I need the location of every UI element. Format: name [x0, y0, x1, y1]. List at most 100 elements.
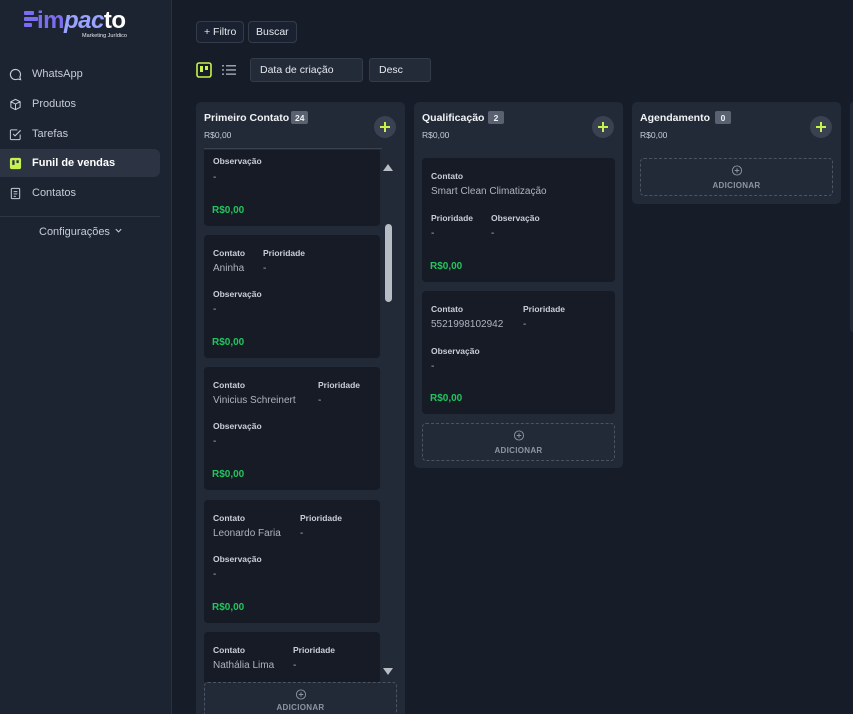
column-scrollbar[interactable]: [382, 158, 394, 682]
kanban-column-agendamento: Agendamento 0 R$0,00 ADICIONAR: [632, 102, 841, 204]
deal-card[interactable]: Contato Prioridade Vinicius Schreinert -…: [204, 367, 380, 490]
package-icon: [8, 97, 22, 111]
sidebar-item-tarefas[interactable]: Tarefas: [0, 120, 160, 148]
deal-card[interactable]: Observação - R$0,00: [204, 150, 380, 226]
add-card-button[interactable]: [810, 116, 832, 138]
add-label: ADICIONAR: [494, 446, 543, 455]
add-card-dropzone[interactable]: ADICIONAR: [640, 158, 833, 196]
contact-value: Vinicius Schreinert: [213, 395, 296, 406]
column-title: Agendamento: [640, 112, 711, 124]
field-label: Prioridade: [263, 248, 306, 258]
deal-card[interactable]: Contato Prioridade Aninha - Observação -…: [204, 235, 380, 358]
scroll-up-icon[interactable]: [383, 164, 393, 171]
field-label: Contato: [213, 380, 246, 390]
contact-value: 5521998102942: [431, 319, 504, 330]
sidebar-item-label: Funil de vendas: [32, 157, 116, 169]
add-filter-button[interactable]: + Filtro: [196, 21, 245, 43]
deal-card[interactable]: Contato Prioridade Nathália Lima -: [204, 632, 380, 682]
field-label: Prioridade: [318, 380, 361, 390]
priority-value: -: [300, 528, 304, 539]
sidebar-item-label: Produtos: [32, 98, 77, 110]
list-view-icon[interactable]: [221, 62, 237, 78]
sidebar-item-funil-de-vendas[interactable]: Funil de vendas: [0, 149, 160, 177]
field-label: Prioridade: [300, 513, 343, 523]
search-button[interactable]: Buscar: [248, 21, 297, 43]
deal-value: R$0,00: [212, 469, 245, 480]
column-count-badge: 0: [715, 111, 731, 124]
field-label: Prioridade: [431, 213, 474, 223]
add-label: ADICIONAR: [712, 181, 761, 190]
deal-card[interactable]: Contato Smart Clean Climatização Priorid…: [422, 158, 615, 282]
priority-value: -: [263, 263, 267, 274]
column-total: R$0,00: [204, 130, 232, 140]
deal-value: R$0,00: [212, 205, 245, 216]
field-label: Observação: [213, 289, 262, 299]
sort-order-select[interactable]: Desc: [369, 58, 431, 82]
add-card-button[interactable]: [592, 116, 614, 138]
observation-value: -: [213, 436, 217, 447]
priority-value: -: [523, 319, 527, 330]
sidebar-item-label: WhatsApp: [32, 68, 83, 80]
app-logo[interactable]: impacto Marketing Jurídico: [24, 7, 134, 43]
field-label: Contato: [431, 171, 464, 181]
deal-card[interactable]: Contato Prioridade 5521998102942 - Obser…: [422, 291, 615, 414]
contact-value: Nathália Lima: [213, 660, 275, 671]
sidebar-item-produtos[interactable]: Produtos: [0, 90, 160, 118]
plus-icon: [380, 122, 390, 132]
deal-value: R$0,00: [430, 261, 463, 272]
plus-circle-icon: [513, 430, 524, 441]
sidebar-item-contatos[interactable]: Contatos: [0, 179, 160, 207]
sidebar: impacto Marketing Jurídico WhatsApp Prod…: [0, 0, 172, 714]
sidebar-item-label: Contatos: [32, 187, 77, 199]
observation-value: -: [213, 172, 217, 183]
field-label: Prioridade: [523, 304, 566, 314]
add-card-dropzone[interactable]: ADICIONAR: [204, 682, 397, 714]
column-cards-scroll-area[interactable]: Observação - R$0,00 Contato Prioridade A…: [196, 150, 382, 682]
field-label: Observação: [213, 156, 262, 166]
plus-circle-icon: [295, 689, 306, 700]
column-count-badge: 2: [488, 111, 504, 124]
deal-card[interactable]: Contato Prioridade Leonardo Faria - Obse…: [204, 500, 380, 623]
observation-value: -: [431, 361, 435, 372]
chevron-down-icon: [114, 226, 123, 238]
deal-value: R$0,00: [212, 602, 245, 613]
field-label: Contato: [213, 645, 246, 655]
field-label: Observação: [431, 346, 480, 356]
add-card-button[interactable]: [374, 116, 396, 138]
priority-value: -: [318, 395, 322, 406]
scrollbar-thumb[interactable]: [385, 224, 392, 302]
sidebar-item-whatsapp[interactable]: WhatsApp: [0, 60, 160, 88]
logo-mark-icon: [24, 11, 38, 33]
field-label: Contato: [213, 513, 246, 523]
contact-value: Leonardo Faria: [213, 528, 281, 539]
add-card-dropzone[interactable]: ADICIONAR: [422, 423, 615, 461]
kanban-icon: [8, 156, 22, 170]
priority-value: -: [431, 228, 435, 239]
sort-field-select[interactable]: Data de criação: [250, 58, 363, 82]
sidebar-item-label: Tarefas: [32, 128, 69, 140]
logo-wordmark: impacto: [37, 7, 126, 34]
kanban-view-icon[interactable]: [196, 62, 212, 78]
contact-book-icon: [8, 186, 22, 200]
field-label: Contato: [431, 304, 464, 314]
column-count-badge: 24: [291, 111, 309, 124]
column-total: R$0,00: [640, 130, 668, 140]
observation-value: -: [491, 228, 495, 239]
checkbox-icon: [8, 127, 22, 141]
deal-value: R$0,00: [212, 337, 245, 348]
chat-bubble-icon: [8, 67, 22, 81]
field-label: Contato: [213, 248, 246, 258]
column-total: R$0,00: [422, 130, 450, 140]
plus-icon: [598, 122, 608, 132]
contact-value: Aninha: [213, 263, 245, 274]
contact-value: Smart Clean Climatização: [431, 186, 547, 197]
logo-tagline: Marketing Jurídico: [82, 33, 127, 39]
add-label: ADICIONAR: [276, 703, 325, 712]
field-label: Prioridade: [293, 645, 336, 655]
priority-value: -: [293, 660, 297, 671]
column-title: Qualificação: [422, 112, 485, 124]
sidebar-item-configuracoes[interactable]: Configurações: [39, 226, 123, 238]
scroll-down-icon[interactable]: [383, 668, 393, 675]
field-label: Observação: [213, 554, 262, 564]
observation-value: -: [213, 304, 217, 315]
